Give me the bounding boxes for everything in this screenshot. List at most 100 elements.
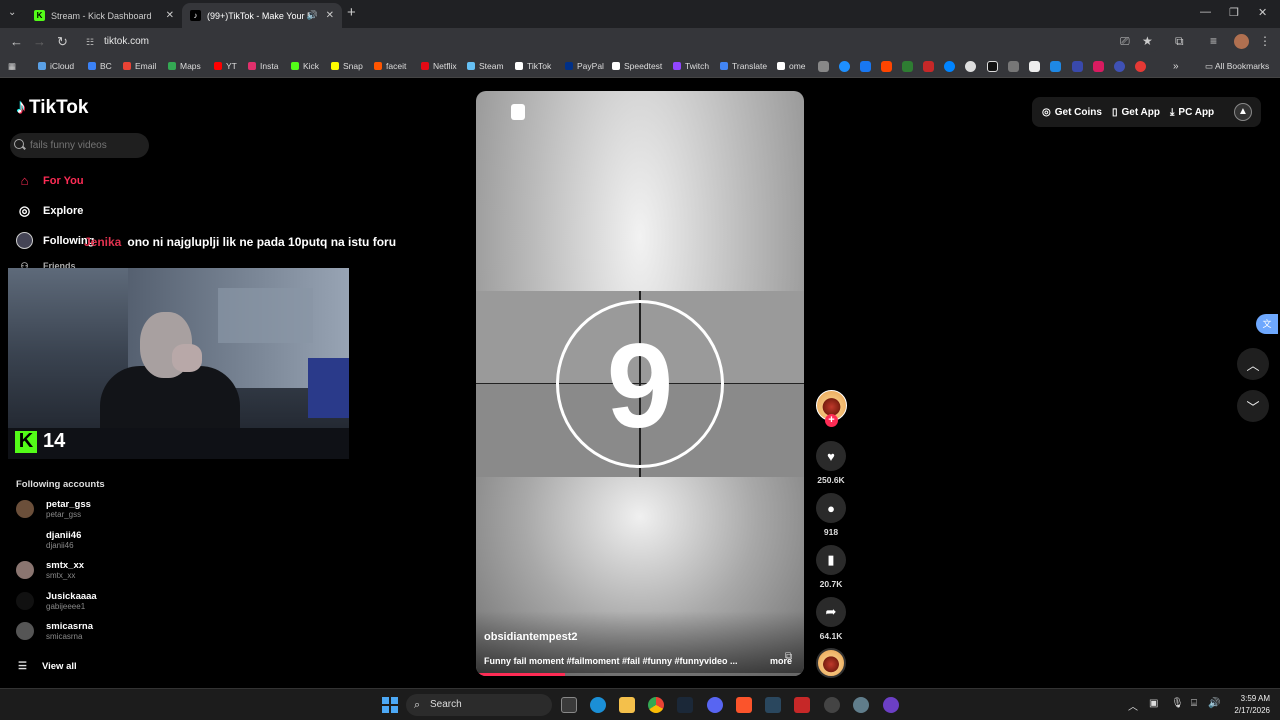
tab-search-icon[interactable]: ⌄ — [8, 7, 16, 18]
microphone-icon[interactable]: 🎙 — [1171, 698, 1184, 709]
bookmark-yt[interactable]: YT — [214, 61, 237, 71]
back-icon[interactable]: ← — [10, 34, 23, 49]
site-info-icon[interactable]: ☷ — [86, 32, 94, 52]
account-item[interactable]: djanii46 djanii46 — [16, 527, 81, 553]
translate-extension-icon[interactable]: 文 — [1256, 314, 1278, 334]
apps-grid-icon[interactable]: ▦ — [8, 61, 16, 72]
bookmark-icon[interactable] — [839, 61, 850, 72]
bookmark-kick[interactable]: Kick — [291, 61, 319, 71]
share-icon[interactable]: ➦ — [816, 597, 846, 627]
app-icon[interactable] — [824, 697, 840, 713]
close-window-icon[interactable]: ✕ — [1258, 6, 1267, 19]
bookmark-steam[interactable]: Steam — [467, 61, 504, 71]
view-all-button[interactable]: ☰ View all — [18, 661, 77, 672]
heart-icon[interactable]: ♥ — [816, 441, 846, 471]
steam-icon[interactable] — [765, 697, 781, 713]
steam-app-icon[interactable] — [677, 697, 693, 713]
bookmark-speedtest[interactable]: Speedtest — [612, 61, 662, 71]
nav-explore[interactable]: ◎ Explore — [16, 202, 84, 219]
profile-avatar[interactable] — [1234, 34, 1249, 49]
browser-menu-icon[interactable]: ⋮ — [1259, 34, 1271, 48]
bookmark-twitch[interactable]: Twitch — [673, 61, 709, 71]
like-action[interactable]: ♥ 250.6K — [816, 441, 846, 485]
forward-icon[interactable]: → — [33, 34, 46, 49]
app-icon[interactable] — [794, 697, 810, 713]
taskbar-search[interactable]: ⌕ Search — [406, 694, 552, 716]
save-action[interactable]: ▮ 20.7K — [816, 545, 846, 589]
bookmark-icon[interactable] — [1093, 61, 1104, 72]
edge-icon[interactable] — [590, 697, 606, 713]
extensions-icon[interactable]: ⧉ — [1175, 34, 1184, 49]
tiktok-logo[interactable]: ♪ TikTok — [16, 96, 88, 119]
reddit-icon[interactable] — [881, 61, 892, 72]
bookmark-icon[interactable] — [1114, 61, 1125, 72]
bookmark-icon[interactable] — [923, 61, 934, 72]
search-input[interactable] — [10, 133, 149, 158]
bookmark-translate[interactable]: Translate — [720, 61, 767, 71]
translate-caption-icon[interactable]: ⧉ — [785, 651, 792, 662]
bookmark-icloud[interactable]: iCloud — [38, 61, 74, 71]
task-view-icon[interactable] — [561, 697, 577, 713]
user-avatar-icon[interactable]: ▲ — [1234, 103, 1252, 121]
bookmark-faceit[interactable]: faceit — [374, 61, 406, 71]
file-explorer-icon[interactable] — [619, 697, 635, 713]
bookmark-icon[interactable]: ▮ — [816, 545, 846, 575]
bookmark-email[interactable]: Email — [123, 61, 156, 71]
account-item[interactable]: smicasrna smicasrna — [16, 618, 93, 644]
bookmark-icon[interactable] — [1072, 61, 1083, 72]
reload-icon[interactable]: ↻ — [57, 34, 68, 50]
new-tab-button[interactable]: + — [347, 4, 356, 21]
video-progress-bar[interactable] — [476, 673, 804, 676]
video-author[interactable]: obsidiantempest2 — [484, 631, 578, 643]
bookmark-icon[interactable] — [1050, 61, 1061, 72]
more-bookmarks-icon[interactable]: » — [1173, 61, 1179, 72]
settings-icon[interactable] — [853, 697, 869, 713]
next-video-button[interactable]: ﹀ — [1237, 390, 1269, 422]
account-item[interactable]: smtx_xx smtx_xx — [16, 557, 84, 583]
close-tab-icon[interactable]: ✕ — [326, 10, 334, 21]
bookmark-star-icon[interactable]: ★ — [1142, 34, 1153, 48]
nav-for-you[interactable]: ⌂ For You — [16, 172, 84, 189]
discord-icon[interactable] — [707, 697, 723, 713]
media-control-icon[interactable]: ≡ — [1210, 34, 1217, 48]
bookmark-tiktok[interactable]: TikTok — [515, 61, 551, 71]
bookmark-paypal[interactable]: PayPal — [565, 61, 604, 71]
bookmark-ome[interactable]: ome — [777, 61, 806, 71]
url-field[interactable]: ☷ tiktok.com — [80, 32, 1160, 52]
previous-video-button[interactable]: ︿ — [1237, 348, 1269, 380]
bookmark-icon[interactable] — [1008, 61, 1019, 72]
windows-start-icon[interactable] — [382, 697, 398, 713]
x-icon[interactable] — [987, 61, 998, 72]
wikipedia-icon[interactable] — [1029, 61, 1040, 72]
maximize-icon[interactable]: ❐ — [1229, 6, 1239, 19]
facebook-icon[interactable] — [860, 61, 871, 72]
bookmark-netflix[interactable]: Netflix — [421, 61, 457, 71]
share-action[interactable]: ➦ 64.1K — [816, 597, 846, 641]
bookmark-icon[interactable] — [902, 61, 913, 72]
bookmark-icon[interactable] — [1135, 61, 1146, 72]
account-item[interactable]: petar_gss petar_gss — [16, 496, 91, 522]
taskbar-clock[interactable]: 3:59 AM 2/17/2026 — [1228, 693, 1270, 717]
get-coins-button[interactable]: ◎ Get Coins — [1042, 107, 1102, 118]
brave-icon[interactable] — [736, 697, 752, 713]
follow-plus-icon[interactable]: + — [825, 414, 838, 427]
bookmark-bc[interactable]: BC — [88, 61, 112, 71]
all-bookmarks-button[interactable]: ▭ All Bookmarks — [1205, 61, 1269, 72]
bookmark-maps[interactable]: Maps — [168, 61, 201, 71]
network-icon[interactable]: ⌸ — [1191, 698, 1197, 709]
audio-playing-icon[interactable]: 🔊 — [307, 10, 318, 21]
bookmark-insta[interactable]: Insta — [248, 61, 278, 71]
tray-overflow-icon[interactable]: ︿ — [1128, 698, 1138, 713]
install-app-icon[interactable]: ⎚ — [1120, 34, 1130, 49]
tab-tiktok[interactable]: ♪ (99+)TikTok - Make Your Da 🔊 ✕ — [182, 3, 342, 28]
minimize-icon[interactable]: — — [1200, 6, 1211, 18]
volume-icon[interactable]: 🔊 — [1208, 698, 1220, 709]
comment-action[interactable]: ● 918 — [816, 493, 846, 537]
get-app-button[interactable]: ▯ Get App — [1112, 107, 1160, 118]
app-icon[interactable] — [883, 697, 899, 713]
close-tab-icon[interactable]: ✕ — [166, 10, 174, 21]
account-item[interactable]: Jusickaaaa gabijeeee1 — [16, 588, 97, 614]
comment-icon[interactable]: ● — [816, 493, 846, 523]
sound-disc-icon[interactable] — [816, 648, 846, 678]
chrome-icon[interactable] — [648, 697, 664, 713]
